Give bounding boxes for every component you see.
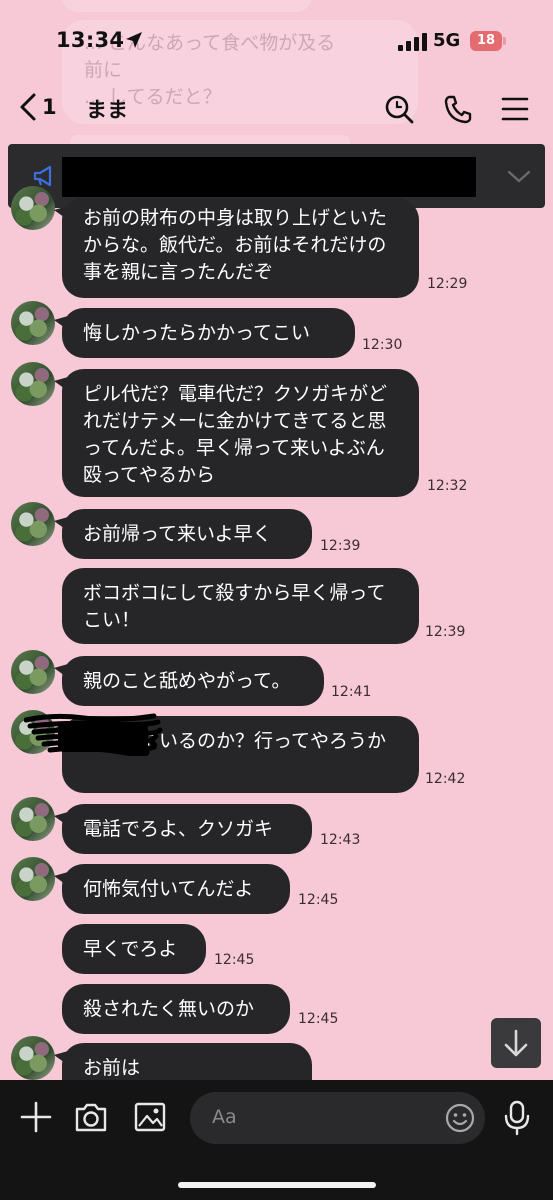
battery-icon: 18	[470, 31, 506, 51]
redacted-announcement	[62, 157, 476, 197]
message-bubble: 何怖気付いてんだよ	[54, 864, 290, 914]
message-time: 12:32	[427, 478, 468, 494]
message-input[interactable]: Aa	[190, 1092, 485, 1144]
chat-header: 1 まま	[0, 80, 553, 136]
message-bubble: 殺されたく無いのか	[62, 984, 290, 1034]
message-time: 12:45	[214, 952, 255, 968]
avatar[interactable]	[11, 362, 55, 406]
message-time: 12:29	[427, 276, 468, 292]
location-arrow-icon	[126, 32, 142, 48]
chevron-down-icon[interactable]	[505, 166, 533, 186]
message-time: 12:39	[320, 538, 361, 554]
message-bubble: 悔しかったらかかってこい	[54, 308, 355, 358]
avatar[interactable]	[11, 301, 55, 345]
scroll-to-bottom-button[interactable]	[491, 1018, 541, 1068]
unread-count[interactable]: 1	[42, 95, 57, 119]
battery-level: 18	[470, 31, 502, 51]
message-time: 12:45	[298, 1011, 339, 1027]
message-bubble: お前帰って来いよ早く	[54, 509, 312, 559]
plus-icon[interactable]	[19, 1100, 53, 1134]
status-bar: 13:34 5G 18	[0, 0, 553, 58]
avatar[interactable]	[11, 857, 55, 901]
message-text: にいるのか？行ってやろうか	[140, 730, 387, 752]
menu-icon[interactable]	[500, 94, 530, 124]
image-icon[interactable]	[133, 1100, 167, 1134]
avatar[interactable]	[11, 186, 55, 230]
network-type: 5G	[433, 30, 461, 51]
avatar[interactable]	[11, 1036, 55, 1080]
emoji-icon[interactable]	[444, 1102, 476, 1134]
avatar[interactable]	[11, 502, 55, 546]
search-icon[interactable]	[384, 94, 414, 124]
avatar[interactable]	[11, 797, 55, 841]
message-bubble: ピル代だ？電車代だ？クソガキがどれだけテメーに金かけてきてると思ってんだよ。早く…	[54, 369, 419, 497]
message-bubble: 電話でろよ、クソガキ	[54, 804, 312, 854]
phone-icon[interactable]	[443, 94, 473, 124]
avatar[interactable]	[11, 650, 55, 694]
message-time: 12:43	[320, 832, 361, 848]
megaphone-icon	[33, 165, 52, 187]
message-bubble: お前の財布の中身は取り上げといたからな。飯代だ。お前はそれだけの事を親に言ったん…	[54, 198, 419, 298]
message-time: 12:41	[331, 684, 372, 700]
redaction-scribble	[24, 713, 163, 756]
message-time: 12:42	[425, 771, 466, 787]
message-bubble: 早くでろよ	[62, 924, 206, 974]
home-indicator	[178, 1182, 376, 1188]
message-input-bar: Aa	[0, 1080, 553, 1200]
arrow-down-icon	[504, 1029, 528, 1057]
microphone-icon[interactable]	[503, 1100, 531, 1136]
status-time: 13:34	[56, 28, 125, 52]
camera-icon[interactable]	[74, 1100, 108, 1134]
message-input-placeholder: Aa	[212, 1106, 237, 1128]
message-time: 12:39	[425, 624, 466, 640]
message-time: 12:30	[362, 337, 403, 353]
message-bubble: ボコボコにして殺すから早く帰ってこい！	[62, 568, 419, 644]
chat-title: まま	[86, 98, 128, 122]
message-time: 12:45	[298, 892, 339, 908]
cellular-signal-icon	[398, 33, 427, 51]
message-bubble: 親のこと舐めやがって。	[54, 656, 324, 706]
